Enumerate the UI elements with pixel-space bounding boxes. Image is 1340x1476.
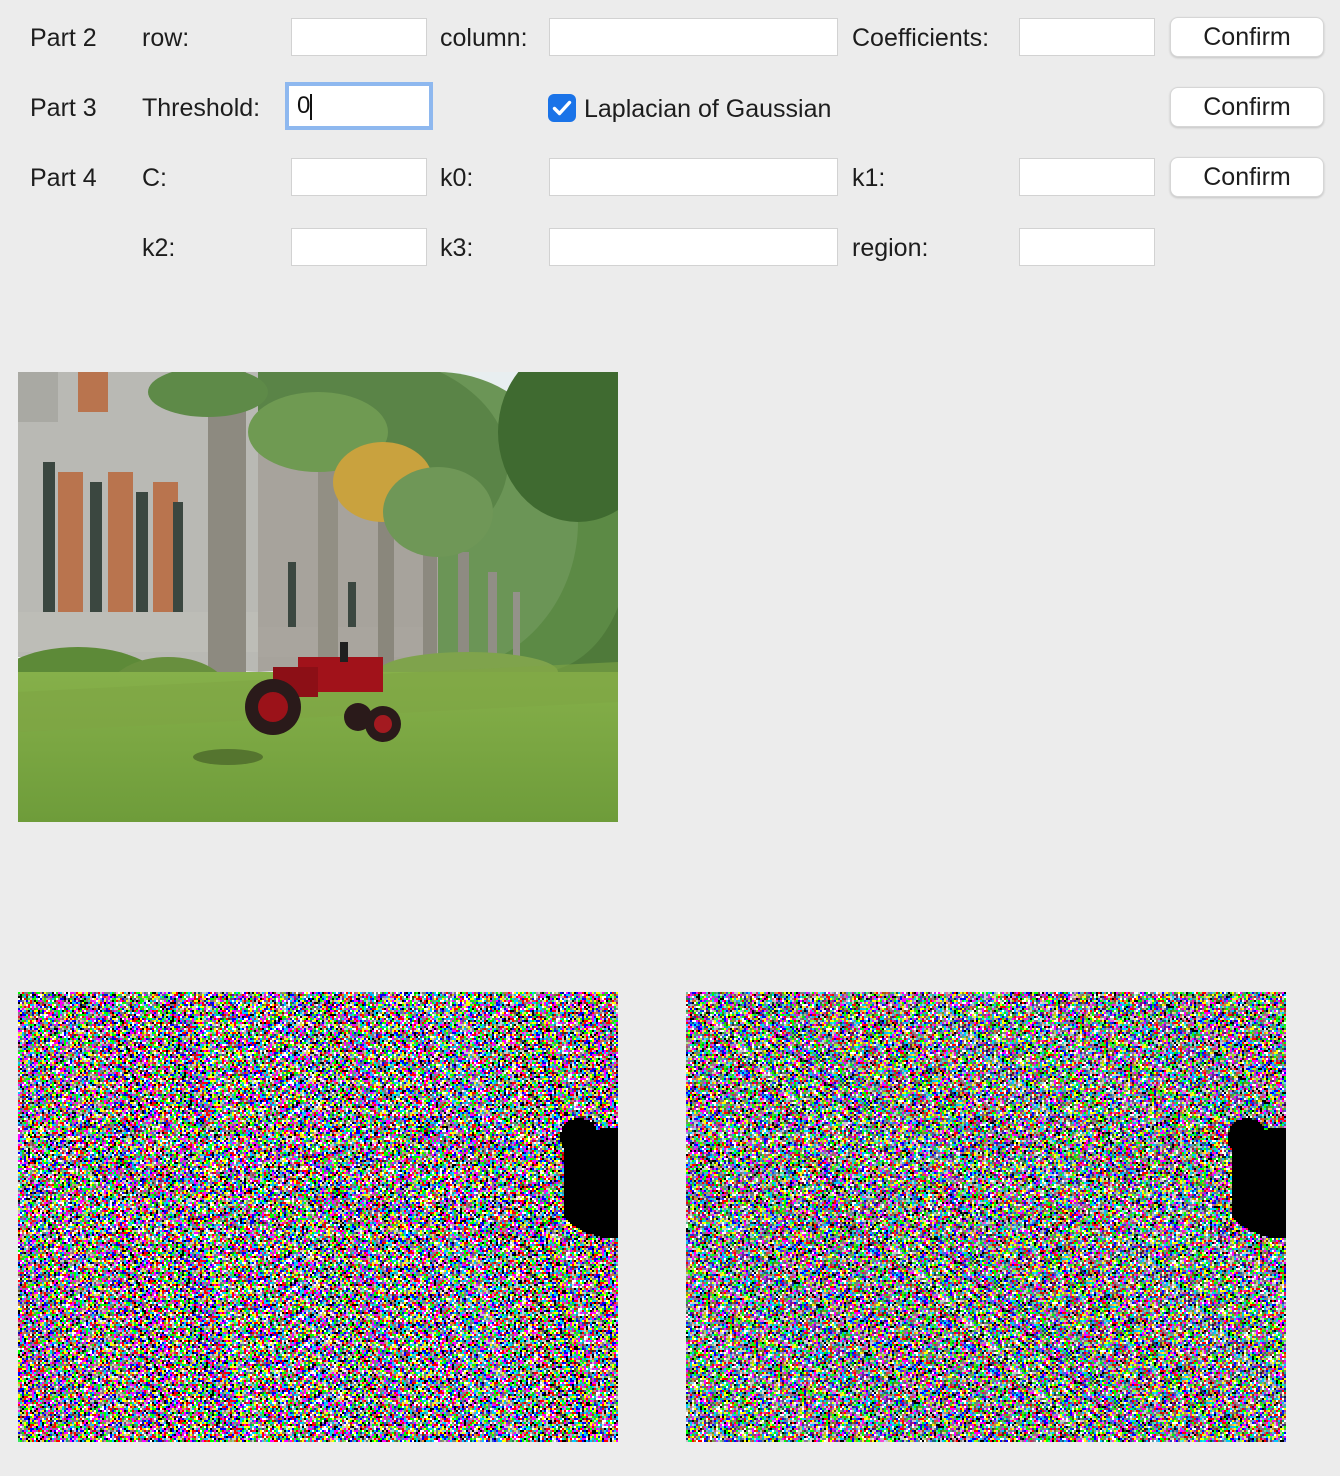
result-image-right xyxy=(686,992,1286,1442)
laplacian-of-gaussian-checkbox[interactable] xyxy=(548,94,576,122)
c-label: C: xyxy=(142,164,167,192)
k3-input[interactable] xyxy=(549,228,838,266)
k2-label: k2: xyxy=(142,234,176,262)
part2-confirm-button[interactable]: Confirm xyxy=(1170,17,1324,57)
tractor-scene-image xyxy=(18,372,618,822)
k1-label: k1: xyxy=(852,164,886,192)
region-label: region: xyxy=(852,234,929,262)
column-label: column: xyxy=(440,24,528,52)
part4-confirm-button[interactable]: Confirm xyxy=(1170,157,1324,197)
text-caret xyxy=(310,94,312,120)
part3-label: Part 3 xyxy=(30,94,97,122)
k0-input[interactable] xyxy=(549,158,838,196)
column-input[interactable] xyxy=(549,18,838,56)
k3-label: k3: xyxy=(440,234,474,262)
threshold-label: Threshold: xyxy=(142,94,261,122)
k1-input[interactable] xyxy=(1019,158,1155,196)
original-image xyxy=(18,372,618,822)
c-input[interactable] xyxy=(291,158,427,196)
noise-canvas-right xyxy=(686,992,1286,1442)
part4-label: Part 4 xyxy=(30,164,97,192)
result-image-left xyxy=(18,992,618,1442)
part2-label: Part 2 xyxy=(30,24,97,52)
checkmark-icon xyxy=(552,100,572,116)
k2-input[interactable] xyxy=(291,228,427,266)
row-input[interactable] xyxy=(291,18,427,56)
region-input[interactable] xyxy=(1019,228,1155,266)
coefficients-input[interactable] xyxy=(1019,18,1155,56)
laplacian-of-gaussian-label[interactable]: Laplacian of Gaussian xyxy=(584,94,831,124)
coefficients-label: Coefficients: xyxy=(852,24,990,52)
part3-confirm-button[interactable]: Confirm xyxy=(1170,87,1324,127)
row-label: row: xyxy=(142,24,190,52)
k0-label: k0: xyxy=(440,164,474,192)
noise-canvas-left xyxy=(18,992,618,1442)
